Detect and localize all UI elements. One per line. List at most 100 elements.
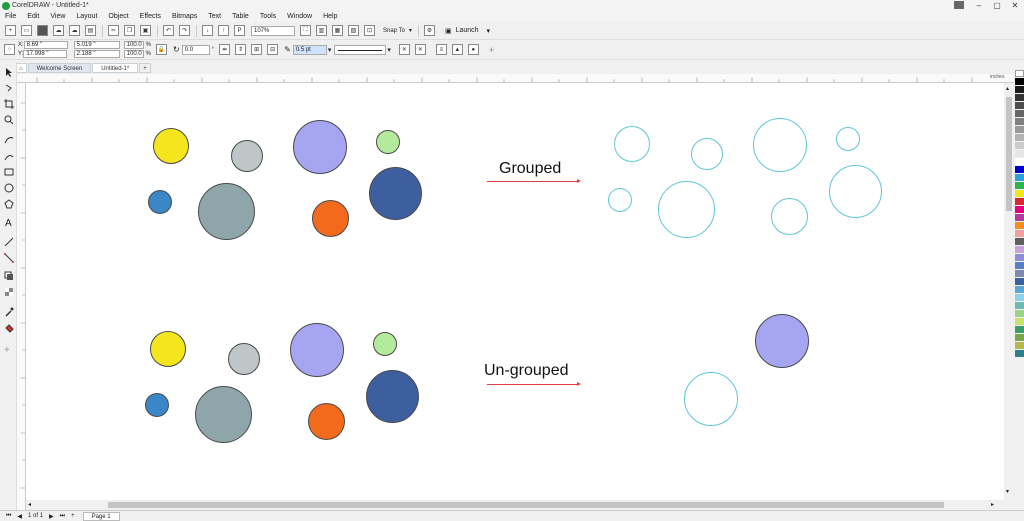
copy-icon[interactable]: ❐ bbox=[124, 25, 135, 36]
menu-object[interactable]: Object bbox=[108, 13, 128, 20]
swatch[interactable] bbox=[1015, 150, 1024, 157]
scroll-left-icon[interactable]: ◂ bbox=[28, 501, 31, 508]
swatch-none[interactable] bbox=[1015, 70, 1024, 77]
end-arrowhead-icon[interactable]: ✕ bbox=[414, 44, 426, 55]
width-field[interactable]: 5.019 " bbox=[73, 41, 120, 49]
circle-green[interactable] bbox=[376, 130, 400, 154]
swatch[interactable] bbox=[1015, 182, 1024, 189]
outline-width-field[interactable]: 0.5 pt bbox=[292, 44, 327, 55]
outline-circle[interactable] bbox=[691, 138, 723, 170]
page-tab[interactable]: Page 1 bbox=[82, 511, 120, 521]
circle-green[interactable] bbox=[373, 332, 397, 356]
outline-circle[interactable] bbox=[658, 181, 715, 238]
horizontal-scrollbar[interactable]: ◂ ▸ bbox=[26, 500, 1016, 510]
swatch[interactable] bbox=[1015, 230, 1024, 237]
lock-ratio-icon[interactable]: 🔒 bbox=[156, 44, 168, 55]
next-page-icon[interactable]: ▶ bbox=[49, 513, 54, 520]
redo-icon[interactable]: ↷ bbox=[179, 25, 190, 36]
swatch[interactable] bbox=[1015, 118, 1024, 125]
mirror-horizontal-icon[interactable]: ⇹ bbox=[219, 44, 231, 55]
swatch[interactable] bbox=[1015, 310, 1024, 317]
cloud-download-icon[interactable]: ☁ bbox=[69, 25, 80, 36]
swatch[interactable] bbox=[1015, 214, 1024, 221]
close-button[interactable]: ✕ bbox=[1006, 0, 1024, 11]
swatch[interactable] bbox=[1015, 166, 1024, 173]
shape-tool-icon[interactable] bbox=[4, 83, 14, 93]
swatch[interactable] bbox=[1015, 286, 1024, 293]
circle-lavender[interactable] bbox=[290, 323, 344, 377]
scroll-right-icon[interactable]: ▸ bbox=[991, 501, 994, 508]
account-icon[interactable] bbox=[954, 1, 964, 9]
swatch[interactable] bbox=[1015, 174, 1024, 181]
open-icon[interactable]: ▭ bbox=[21, 25, 32, 36]
maximize-button[interactable]: ▢ bbox=[988, 0, 1006, 11]
swatch[interactable] bbox=[1015, 206, 1024, 213]
full-screen-icon[interactable]: ▥ bbox=[316, 25, 327, 36]
crop-tool-icon[interactable] bbox=[4, 99, 14, 109]
cloud-upload-icon[interactable]: ☁ bbox=[53, 25, 64, 36]
circle-orange[interactable] bbox=[308, 403, 345, 440]
align-icon[interactable]: ⊞ bbox=[251, 44, 263, 55]
swatch[interactable] bbox=[1015, 142, 1024, 149]
rectangle-tool-icon[interactable] bbox=[4, 167, 14, 177]
horizontal-scroll-thumb[interactable] bbox=[108, 502, 944, 508]
launch-dropdown[interactable]: ▣ Launch ▾ bbox=[445, 27, 490, 35]
swatch[interactable] bbox=[1015, 278, 1024, 285]
circle-blue-small[interactable] bbox=[148, 190, 172, 214]
circle-gray-teal[interactable] bbox=[195, 386, 252, 443]
outline-circle[interactable] bbox=[753, 118, 807, 172]
new-document-icon[interactable]: + bbox=[5, 25, 16, 36]
outline-circle[interactable] bbox=[829, 165, 882, 218]
paste-icon[interactable]: ▣ bbox=[140, 25, 151, 36]
circle-gray-teal[interactable] bbox=[198, 183, 255, 240]
circle-navy[interactable] bbox=[366, 370, 419, 423]
outline-circle[interactable] bbox=[771, 198, 808, 235]
menu-bitmaps[interactable]: Bitmaps bbox=[172, 13, 197, 20]
menu-tools[interactable]: Tools bbox=[260, 13, 276, 20]
snap-icon[interactable]: ⊡ bbox=[364, 25, 375, 36]
horizontal-ruler[interactable] bbox=[17, 74, 1015, 83]
menu-edit[interactable]: Edit bbox=[27, 13, 39, 20]
show-grid-icon[interactable]: ▦ bbox=[332, 25, 343, 36]
print-icon[interactable]: ▤ bbox=[85, 25, 96, 36]
cut-icon[interactable]: ✂ bbox=[108, 25, 119, 36]
circle-lavender[interactable] bbox=[755, 314, 809, 368]
add-icon[interactable]: + bbox=[489, 45, 494, 55]
zoom-to-page-icon[interactable]: ⛶ bbox=[300, 25, 311, 36]
line-style-dropdown[interactable] bbox=[334, 44, 387, 55]
scale-y-field[interactable]: 100.0 bbox=[123, 50, 144, 58]
menu-help[interactable]: Help bbox=[323, 13, 337, 20]
swatch[interactable] bbox=[1015, 246, 1024, 253]
parallel-dimension-icon[interactable] bbox=[4, 237, 14, 247]
vertical-scrollbar[interactable]: ▴ ▾ bbox=[1004, 83, 1014, 500]
label-grouped[interactable]: Grouped bbox=[499, 160, 561, 178]
swatch[interactable] bbox=[1015, 238, 1024, 245]
text-tool-icon[interactable]: A bbox=[4, 217, 14, 227]
menu-text[interactable]: Text bbox=[208, 13, 221, 20]
swatch[interactable] bbox=[1015, 110, 1024, 117]
x-position-field[interactable]: 8.69 " bbox=[23, 41, 68, 49]
circle-light-gray[interactable] bbox=[231, 140, 263, 172]
circle-light-gray[interactable] bbox=[228, 343, 260, 375]
swatch[interactable] bbox=[1015, 86, 1024, 93]
scroll-up-icon[interactable]: ▴ bbox=[1006, 85, 1009, 92]
y-position-field[interactable]: 17.998 " bbox=[23, 50, 68, 58]
vertical-ruler[interactable] bbox=[17, 83, 26, 510]
swatch[interactable] bbox=[1015, 94, 1024, 101]
chevron-down-icon[interactable]: ▾ bbox=[328, 46, 332, 54]
swatch[interactable] bbox=[1015, 342, 1024, 349]
swatch[interactable] bbox=[1015, 318, 1024, 325]
circle-lavender[interactable] bbox=[293, 120, 347, 174]
swatch[interactable] bbox=[1015, 262, 1024, 269]
swatch[interactable] bbox=[1015, 326, 1024, 333]
save-icon[interactable] bbox=[37, 25, 48, 36]
swatch[interactable] bbox=[1015, 270, 1024, 277]
swatch[interactable] bbox=[1015, 334, 1024, 341]
swatch[interactable] bbox=[1015, 222, 1024, 229]
label-ungrouped[interactable]: Un-grouped bbox=[484, 362, 569, 380]
connector-tool-icon[interactable] bbox=[4, 253, 14, 263]
menu-view[interactable]: View bbox=[50, 13, 65, 20]
order-icon[interactable]: ⊟ bbox=[267, 44, 279, 55]
circle-orange[interactable] bbox=[312, 200, 349, 237]
tab-untitled-1[interactable]: Untitled-1* bbox=[92, 63, 139, 73]
